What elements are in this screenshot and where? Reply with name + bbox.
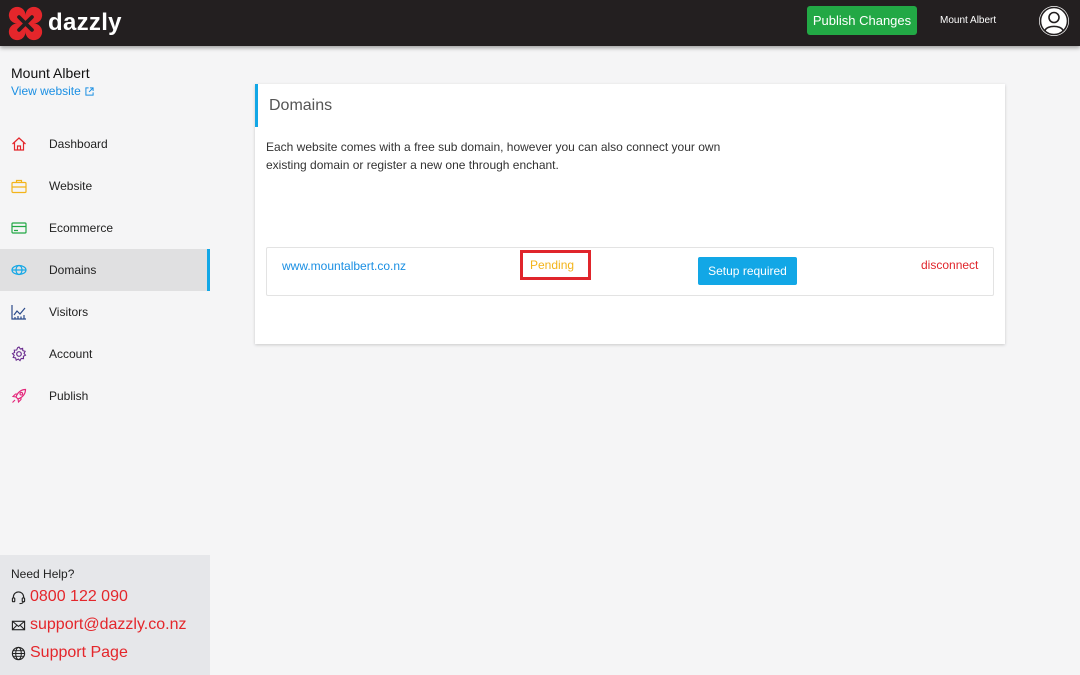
domain-row: www.mountalbert.co.nz Pending Setup requ… xyxy=(266,247,994,296)
domains-card: Domains Each website comes with a free s… xyxy=(255,84,1005,344)
view-website-link[interactable]: View website xyxy=(11,84,94,98)
sidebar-item-label: Visitors xyxy=(49,305,89,319)
domains-description: Each website comes with a free sub domai… xyxy=(266,140,721,172)
sidebar-item-ecommerce[interactable]: Ecommerce xyxy=(0,207,210,249)
external-link-icon xyxy=(85,86,94,96)
sidebar-item-label: Ecommerce xyxy=(49,221,114,235)
user-avatar-icon[interactable] xyxy=(1038,5,1070,37)
help-phone-link[interactable]: 0800 122 090 xyxy=(11,588,128,606)
brand-logo[interactable]: dazzly xyxy=(7,4,122,42)
help-support-page: Support Page xyxy=(30,644,128,661)
sidebar-item-label: Website xyxy=(49,179,93,193)
help-phone: 0800 122 090 xyxy=(30,588,128,605)
help-email-link[interactable]: support@dazzly.co.nz xyxy=(11,616,186,634)
sidebar-nav: Dashboard Website Ecommerce Domains Visi… xyxy=(0,123,210,417)
publish-changes-button[interactable]: Publish Changes xyxy=(807,6,917,35)
sidebar-item-label: Account xyxy=(49,347,93,361)
sidebar-item-label: Dashboard xyxy=(49,137,108,151)
card-icon xyxy=(11,222,27,234)
help-support-page-link[interactable]: Support Page xyxy=(11,644,128,662)
globe-icon xyxy=(11,264,27,276)
help-title: Need Help? xyxy=(11,567,75,581)
home-icon xyxy=(12,137,26,151)
sidebar-item-label: Publish xyxy=(49,389,89,403)
domain-link[interactable]: www.mountalbert.co.nz xyxy=(282,259,406,273)
rocket-icon xyxy=(11,388,27,404)
sidebar-item-label: Domains xyxy=(49,263,97,277)
envelope-icon xyxy=(11,620,26,630)
sidebar-item-domains[interactable]: Domains xyxy=(0,249,210,291)
setup-required-button[interactable]: Setup required xyxy=(698,257,797,285)
gear-icon xyxy=(11,346,27,362)
card-accent-bar xyxy=(255,84,258,127)
help-panel: Need Help? 0800 122 090 support@dazzly.c… xyxy=(0,555,210,675)
sidebar-item-dashboard[interactable]: Dashboard xyxy=(0,123,210,165)
sidebar-item-website[interactable]: Website xyxy=(0,165,210,207)
sidebar-item-publish[interactable]: Publish xyxy=(0,375,210,417)
brand-name: dazzly xyxy=(48,9,122,36)
briefcase-icon xyxy=(11,179,27,194)
sidebar: Mount Albert View website Dashboard Webs… xyxy=(0,46,210,675)
chart-icon xyxy=(11,305,26,320)
top-bar: dazzly Publish Changes Mount Albert xyxy=(0,0,1080,46)
current-site-name[interactable]: Mount Albert xyxy=(940,15,996,26)
domain-status-badge: Pending xyxy=(520,250,591,280)
dazzly-logo-icon xyxy=(8,6,43,40)
sidebar-item-visitors[interactable]: Visitors xyxy=(0,291,210,333)
headset-icon xyxy=(11,590,26,604)
help-email: support@dazzly.co.nz xyxy=(30,616,187,633)
page-title: Domains xyxy=(269,97,333,114)
sidebar-site-name: Mount Albert xyxy=(11,65,90,81)
disconnect-link[interactable]: disconnect xyxy=(921,258,978,272)
globe-icon xyxy=(11,646,26,660)
sidebar-item-account[interactable]: Account xyxy=(0,333,210,375)
view-website-label: View website xyxy=(11,84,81,98)
